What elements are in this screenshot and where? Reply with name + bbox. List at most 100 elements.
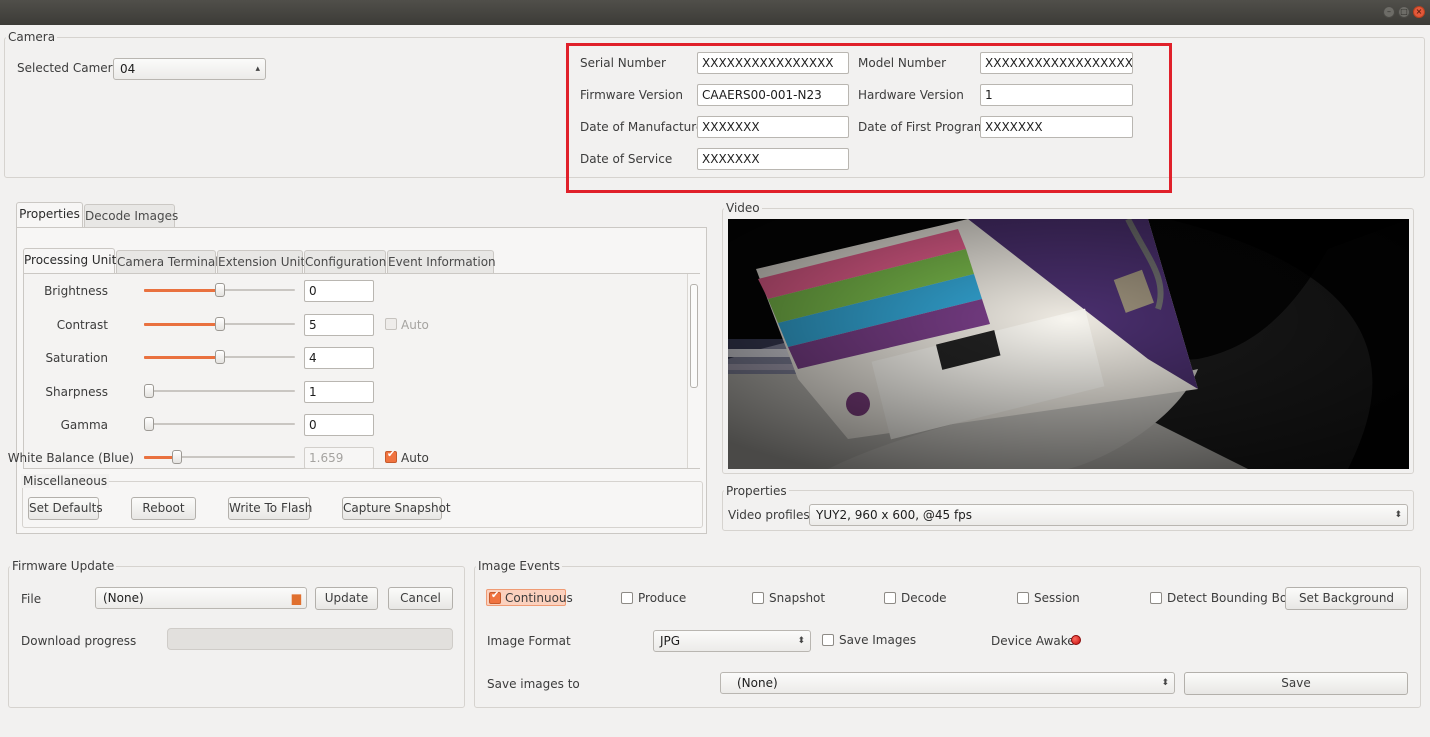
cancel-button[interactable]: Cancel [388,587,453,610]
sharpness-value-field[interactable]: 1 [304,381,374,403]
gamma-value-field[interactable]: 0 [304,414,374,436]
image-format-select[interactable]: JPG ⬍ [653,630,811,652]
saturation-slider[interactable] [144,350,295,364]
spin-arrows-icon: ▴ [255,64,260,74]
white-balance-blue-auto-checkbox[interactable] [385,449,397,463]
write-to-flash-button[interactable]: Write To Flash [228,497,312,520]
scrollbar-thumb[interactable] [690,284,698,388]
detect-bounding-box-label: Detect Bounding Box [1167,591,1294,605]
video-profiles-label: Video profiles [728,508,810,522]
session-label: Session [1034,591,1080,605]
brightness-label: Brightness [44,284,108,298]
set-defaults-button[interactable]: Set Defaults [28,497,103,520]
spin-arrows-icon: ⬍ [797,636,805,646]
device-awake-indicator-icon [1071,635,1081,645]
slider-handle[interactable] [144,417,154,431]
contrast-value-field[interactable]: 5 [304,314,374,336]
slider-fill [144,289,220,292]
snapshot-label: Snapshot [769,591,826,605]
saturation-value-field[interactable]: 4 [304,347,374,369]
snapshot-checkbox[interactable] [752,592,764,604]
detect-bounding-box-checkbox[interactable] [1150,592,1162,604]
brightness-slider[interactable] [144,283,295,297]
contrast-auto-label: Auto [401,318,429,332]
white-balance-blue-slider[interactable] [144,450,295,464]
file-picker[interactable]: (None) ▆ [95,587,307,609]
controls-scrollbar[interactable] [687,274,700,468]
produce-label: Produce [638,591,687,605]
image-events-title: Image Events [476,559,563,573]
slider-fill [144,356,220,359]
slider-handle[interactable] [172,450,183,464]
spin-arrows-icon: ⬍ [1394,510,1402,520]
video-feed-image [728,219,1409,469]
selected-camera-value: 04 [120,62,136,76]
sharpness-label: Sharpness [45,385,108,399]
produce-checkbox[interactable] [621,592,633,604]
white-balance-blue-label: White Balance (Blue) [7,451,134,465]
saturation-label: Saturation [45,351,108,365]
gamma-slider[interactable] [144,417,295,431]
capture-snapshot-button[interactable]: Capture Snapshot [342,497,451,520]
image-format-value: JPG [660,634,681,648]
sharpness-slider[interactable] [144,384,295,398]
video-title: Video [724,201,762,215]
video-profile-value: YUY2, 960 x 600, @45 fps [816,508,973,522]
processing-unit-panel [23,273,700,469]
save-images-checkbox[interactable] [822,634,834,646]
decode-checkbox[interactable] [884,592,896,604]
window-titlebar: – □ × [0,0,1430,25]
save-button[interactable]: Save [1184,672,1408,695]
highlight-box [566,43,1172,193]
slider-fill [144,323,220,326]
contrast-auto-checkbox[interactable] [385,318,397,330]
file-label: File [21,592,42,606]
save-images-label: Save Images [839,633,917,647]
slider-handle[interactable] [214,317,225,331]
contrast-label: Contrast [56,318,108,332]
download-progress-label: Download progress [21,634,137,648]
white-balance-blue-value-field[interactable]: 1.659 [304,447,374,469]
update-button[interactable]: Update [315,587,378,610]
selected-camera-label: Selected Camera [17,61,120,75]
save-images-to-value: (None) [737,676,778,690]
minimize-icon[interactable]: – [1383,6,1395,18]
white-balance-blue-auto-label: Auto [401,451,429,465]
save-images-to-select[interactable]: (None) ⬍ [720,672,1175,694]
close-icon[interactable]: × [1413,6,1425,18]
continuous-label: Continuous [505,591,573,605]
miscellaneous-title: Miscellaneous [21,474,110,488]
video-preview [728,219,1409,469]
image-format-label: Image Format [487,634,571,648]
camera-group-title: Camera [6,30,58,44]
video-properties-title: Properties [724,484,789,498]
brightness-value-field[interactable]: 0 [304,280,374,302]
tab-properties[interactable]: Properties [16,202,83,228]
gamma-label: Gamma [60,418,108,432]
download-progress-bar [167,628,453,650]
device-awake-label: Device Awake [991,634,1075,648]
slider-track [144,423,295,425]
tab-event-information[interactable]: Event Information [387,250,496,274]
slider-handle[interactable] [214,283,225,297]
slider-handle[interactable] [144,384,154,398]
video-profiles-select[interactable]: YUY2, 960 x 600, @45 fps ⬍ [809,504,1408,526]
set-background-button[interactable]: Set Background [1285,587,1408,610]
tab-configuration[interactable]: Configuration [304,250,386,274]
folder-icon[interactable]: ▆ [292,588,301,608]
slider-track [144,390,295,392]
tab-camera-terminal[interactable]: Camera Terminal [116,250,219,274]
tab-processing-unit[interactable]: Processing Unit [23,248,116,274]
spin-arrows-icon: ⬍ [1161,678,1169,688]
contrast-slider[interactable] [144,317,295,331]
file-value: (None) [103,591,144,605]
selected-camera-select[interactable]: 04 ▴ [113,58,266,80]
tab-decode-images[interactable]: Decode Images [84,204,178,228]
save-images-to-label: Save images to [487,677,580,691]
session-checkbox[interactable] [1017,592,1029,604]
reboot-button[interactable]: Reboot [131,497,196,520]
slider-handle[interactable] [214,350,225,364]
tab-extension-unit[interactable]: Extension Unit [217,250,305,274]
maximize-icon[interactable]: □ [1398,6,1410,18]
continuous-checkbox[interactable] [489,590,501,604]
